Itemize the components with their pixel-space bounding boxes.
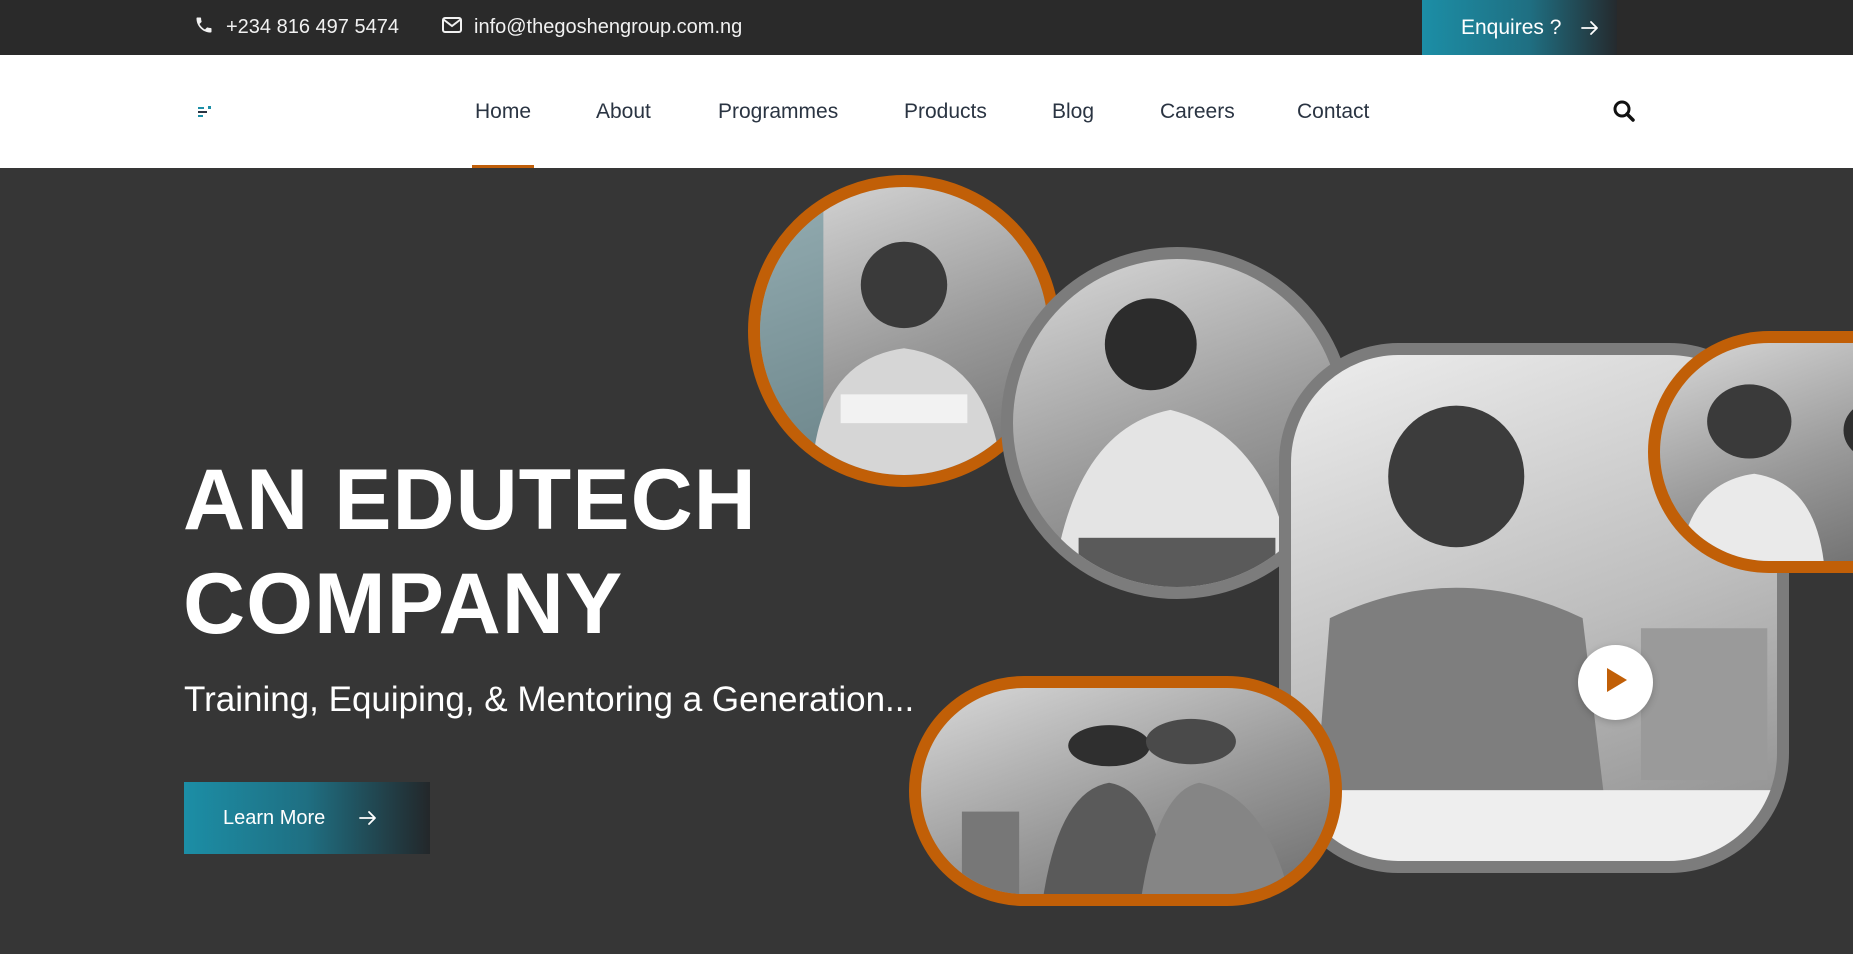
- hero-subtitle: Training, Equiping, & Mentoring a Genera…: [184, 680, 915, 719]
- top-bar: +234 816 497 5474 info@thegoshengroup.co…: [0, 0, 1853, 55]
- nav-item-home[interactable]: Home: [471, 55, 535, 168]
- site-header: Home About Programmes Products Blog Care…: [0, 55, 1853, 168]
- nav-item-about[interactable]: About: [596, 55, 651, 168]
- nav-item-blog[interactable]: Blog: [1052, 55, 1094, 168]
- hero-title-line-1: AN EDUTECH: [183, 452, 757, 548]
- hero-title: AN EDUTECH COMPANY: [183, 448, 757, 656]
- phone-contact[interactable]: +234 816 497 5474: [194, 0, 399, 55]
- hero-title-line-2: COMPANY: [183, 556, 624, 652]
- play-icon: [1603, 666, 1629, 699]
- phone-number: +234 816 497 5474: [226, 16, 399, 38]
- nav-item-contact[interactable]: Contact: [1297, 55, 1369, 168]
- nav-item-programmes[interactable]: Programmes: [718, 55, 838, 168]
- arrow-right-icon: [1581, 20, 1599, 36]
- students-talking-photo: [1648, 331, 1853, 573]
- email-contact[interactable]: info@thegoshengroup.com.ng: [442, 0, 742, 55]
- arrow-right-icon: [359, 810, 377, 826]
- nav-item-products[interactable]: Products: [904, 55, 987, 168]
- nav-item-careers[interactable]: Careers: [1160, 55, 1235, 168]
- play-video-button[interactable]: [1578, 645, 1653, 720]
- email-address: info@thegoshengroup.com.ng: [474, 16, 743, 38]
- enquire-label: Enquires ?: [1461, 15, 1562, 39]
- learn-more-label: Learn More: [223, 806, 326, 829]
- phone-icon: [194, 15, 226, 41]
- search-icon[interactable]: [1612, 99, 1636, 123]
- enquire-button[interactable]: Enquires ?: [1422, 0, 1617, 55]
- learn-more-button[interactable]: Learn More: [184, 782, 430, 854]
- envelope-icon: [442, 16, 474, 39]
- students-computers-photo: [909, 676, 1342, 906]
- site-logo[interactable]: [198, 105, 212, 117]
